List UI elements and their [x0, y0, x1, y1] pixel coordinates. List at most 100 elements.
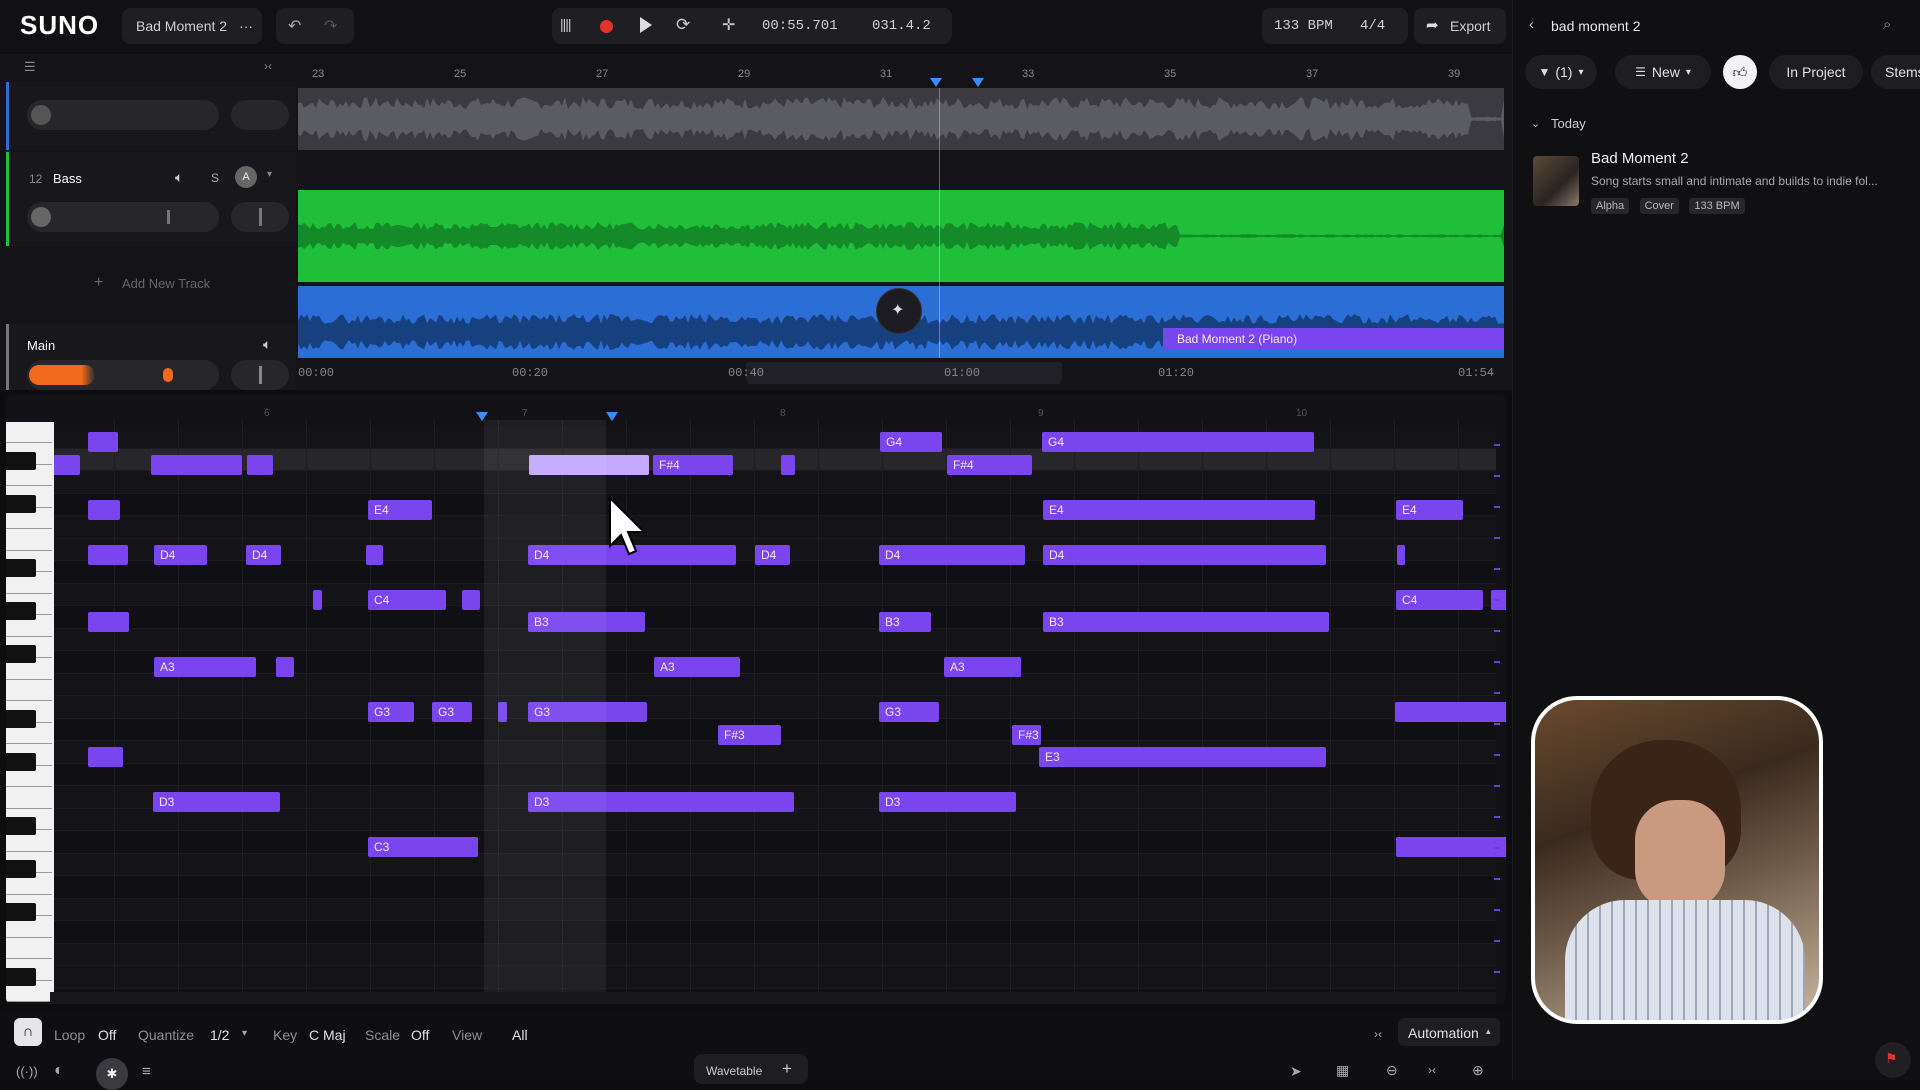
midi-note[interactable]: [247, 454, 273, 475]
midi-note[interactable]: F#4: [947, 454, 1032, 475]
add-track-button[interactable]: + Add New Track: [6, 248, 296, 322]
filter-button[interactable]: ▼ (1) ▾: [1525, 55, 1597, 89]
midi-note[interactable]: [88, 499, 120, 520]
midi-note[interactable]: E4: [1043, 499, 1315, 520]
contrast-icon[interactable]: ◐: [54, 1062, 64, 1080]
project-name-button[interactable]: Bad Moment 2 ···: [122, 8, 262, 44]
metronome-icon[interactable]: ||||: [560, 16, 572, 32]
liked-filter-button[interactable]: 👍︎: [1723, 55, 1757, 89]
automation-button[interactable]: A: [235, 166, 257, 188]
scale-value[interactable]: Off: [411, 1027, 429, 1043]
main-pan-knob[interactable]: [231, 360, 289, 390]
waveform-view-button[interactable]: ✱: [96, 1058, 128, 1090]
black-key[interactable]: [6, 559, 36, 577]
speaker-icon[interactable]: 🔈︎: [175, 169, 183, 186]
midi-note[interactable]: [1395, 702, 1506, 722]
midi-note[interactable]: A3: [944, 657, 1021, 677]
stems-filter[interactable]: Stems: [1871, 55, 1920, 89]
midi-note[interactable]: G4: [1042, 432, 1314, 452]
play-button[interactable]: [640, 17, 652, 33]
midi-note[interactable]: E4: [1396, 499, 1463, 520]
midi-note[interactable]: D3: [153, 792, 280, 812]
midi-note[interactable]: F#4: [653, 454, 733, 475]
midi-note[interactable]: [1397, 544, 1405, 565]
midi-note[interactable]: E4: [368, 499, 432, 520]
pointer-tool-icon[interactable]: ➤: [1290, 1063, 1302, 1080]
loop-end-marker[interactable]: [972, 78, 984, 87]
midi-note[interactable]: G3: [879, 702, 939, 722]
black-key[interactable]: [6, 494, 36, 513]
black-key[interactable]: [6, 752, 36, 771]
sort-dropdown[interactable]: ☰ New ▾: [1615, 55, 1711, 89]
cursor-move-icon[interactable]: ✛: [722, 15, 735, 35]
clip-label-tag[interactable]: Bad Moment 2 (Piano): [1163, 328, 1504, 350]
bar-ruler[interactable]: 23 25 27 29 31 33 35 37 39: [298, 68, 1504, 86]
midi-note[interactable]: [88, 612, 129, 632]
headphones-icon[interactable]: ∩: [14, 1018, 42, 1046]
midi-note[interactable]: [276, 657, 294, 677]
black-key[interactable]: [6, 451, 36, 470]
bpm-display[interactable]: 133 BPM: [1274, 18, 1333, 34]
automation-dropdown[interactable]: Automation ▴: [1398, 1018, 1500, 1046]
record-button[interactable]: [600, 20, 613, 33]
undo-icon[interactable]: ↶: [288, 16, 301, 36]
key-value[interactable]: C Maj: [309, 1027, 346, 1043]
volume-slider[interactable]: [27, 100, 219, 130]
midi-note[interactable]: [313, 589, 322, 610]
pan-knob[interactable]: [231, 202, 289, 232]
midi-note[interactable]: C4: [1396, 589, 1483, 610]
feedback-button[interactable]: ⚑: [1875, 1042, 1911, 1078]
ai-sparkle-button[interactable]: ✦: [876, 288, 922, 334]
midi-note[interactable]: D4: [879, 544, 1025, 565]
export-button[interactable]: ➦ Export: [1414, 8, 1506, 44]
loop-icon[interactable]: ⟳: [676, 15, 690, 35]
loop-start-marker[interactable]: [930, 78, 942, 87]
midi-note[interactable]: [151, 454, 242, 475]
playhead[interactable]: [939, 88, 940, 378]
midi-note[interactable]: G3: [368, 702, 414, 722]
midi-note[interactable]: [88, 544, 128, 565]
track-header-piano[interactable]: [6, 82, 296, 150]
track-header-bass[interactable]: 12 Bass 🔈︎ S A ▾: [6, 152, 296, 246]
view-value[interactable]: All: [512, 1027, 528, 1043]
zoom-out-icon[interactable]: ⊖: [1386, 1062, 1398, 1079]
midi-note[interactable]: [88, 432, 118, 452]
white-key[interactable]: [6, 680, 52, 701]
midi-note[interactable]: A3: [654, 657, 740, 677]
piano-roll[interactable]: 6 7 8 9 10 G4 G4 F#4 F#4 E4 E4 E4 D4 D4 D4 D4 D4 D4 C4 C4 B3…: [6, 394, 1506, 1004]
midi-note[interactable]: D3: [879, 792, 1016, 812]
midi-note[interactable]: D4: [755, 544, 790, 565]
volume-slider[interactable]: [27, 202, 219, 232]
roll-overview-strip[interactable]: [50, 992, 1496, 1004]
midi-note[interactable]: C3: [368, 837, 478, 857]
midi-note[interactable]: [50, 454, 80, 475]
white-key[interactable]: [6, 529, 52, 551]
search-icon[interactable]: ⌕: [1883, 16, 1891, 33]
visible-range-indicator[interactable]: [746, 362, 1062, 384]
search-title[interactable]: bad moment 2: [1551, 18, 1641, 34]
midi-note[interactable]: [88, 747, 123, 767]
midi-note[interactable]: F#3: [1012, 724, 1041, 745]
midi-note[interactable]: E3: [1039, 747, 1326, 767]
main-track-header[interactable]: Main 🔈︎: [6, 324, 296, 390]
midi-note[interactable]: D4: [154, 544, 207, 565]
midi-note[interactable]: B3: [879, 612, 931, 632]
midi-note[interactable]: [462, 589, 480, 610]
suno-logo[interactable]: SUNO: [20, 10, 99, 41]
plus-icon[interactable]: +: [782, 1059, 792, 1079]
piano-roll-grid[interactable]: 6 7 8 9 10 G4 G4 F#4 F#4 E4 E4 E4 D4 D4 D4 D4 D4 D4 C4 C4 B3…: [50, 394, 1506, 1004]
solo-button[interactable]: S: [211, 171, 219, 185]
chevron-down-icon[interactable]: ▾: [242, 1028, 247, 1039]
loop-value[interactable]: Off: [98, 1027, 116, 1043]
radio-waves-icon[interactable]: ((·)): [16, 1064, 38, 1079]
roll-scrollbar[interactable]: [1494, 424, 1500, 994]
song-item[interactable]: Bad Moment 2 Song starts small and intim…: [1525, 146, 1915, 220]
piano-tool-icon[interactable]: ▦: [1336, 1062, 1349, 1079]
black-key[interactable]: [6, 903, 36, 921]
time-signature[interactable]: 4/4: [1360, 18, 1385, 34]
black-key[interactable]: [6, 602, 36, 620]
time-ruler[interactable]: 00:00 00:20 00:40 01:00 01:20 01:54: [298, 358, 1504, 390]
black-key[interactable]: [6, 645, 36, 663]
collapse-icon[interactable]: ›‹: [264, 59, 272, 73]
white-key[interactable]: [6, 938, 52, 959]
